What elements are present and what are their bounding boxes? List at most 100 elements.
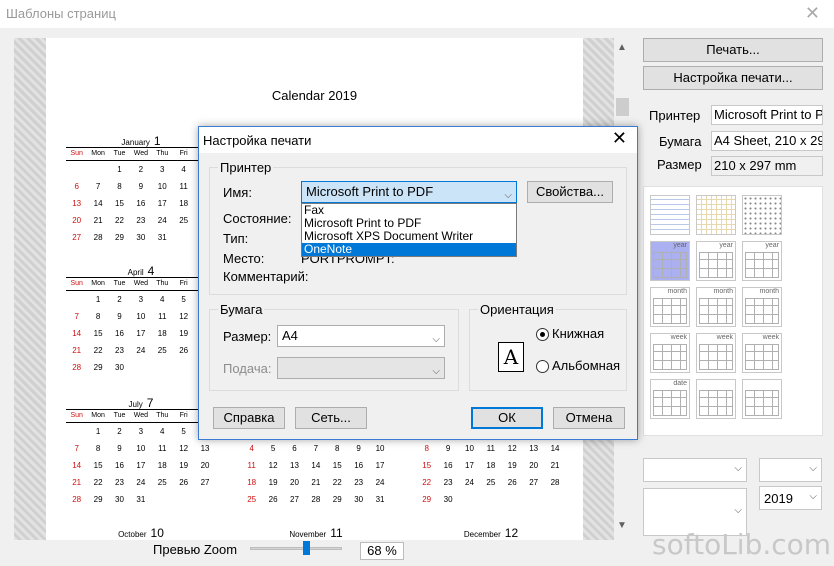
day-cell: 27	[529, 478, 539, 487]
help-button[interactable]: Справка	[213, 407, 285, 429]
day-cell: 7	[313, 444, 319, 453]
day-cell: 30	[115, 495, 124, 504]
template-grid	[699, 298, 733, 324]
portrait-label[interactable]: Книжная	[552, 326, 604, 341]
printer-label: Принтер	[649, 108, 701, 123]
day-cell: 13	[200, 444, 210, 453]
day-cell: 12	[507, 444, 517, 453]
template-tile[interactable]	[742, 195, 782, 235]
day-cell: 3	[138, 427, 144, 436]
template-tile[interactable]	[650, 195, 690, 235]
printer-option[interactable]: OneNote	[302, 243, 516, 256]
day-cell: 23	[354, 478, 364, 487]
printer-name-select[interactable]: Microsoft Print to PDF ⌵	[301, 181, 517, 203]
chevron-down-icon: ⌵	[809, 491, 817, 502]
month-rule	[66, 160, 216, 161]
orientation-group: Ориентация A Книжная Альбомная	[469, 302, 627, 391]
ok-button[interactable]: ОК	[471, 407, 543, 429]
template-tile[interactable]: week	[650, 333, 690, 373]
day-header: Thu	[156, 150, 169, 157]
orientation-group-label: Ориентация	[478, 302, 556, 317]
network-button[interactable]: Сеть...	[295, 407, 367, 429]
template-grid	[699, 344, 733, 370]
day-cell	[152, 362, 173, 374]
day-cell: 21	[93, 216, 103, 225]
day-cell: 25	[486, 478, 496, 487]
day-cell: 25	[179, 216, 189, 225]
template-tile[interactable]: year	[650, 241, 690, 281]
day-cell: 28	[72, 495, 82, 504]
zoom-slider-thumb[interactable]	[303, 541, 310, 555]
month-days: 1234567891011121314151617181920212223242…	[66, 294, 216, 374]
day-cell: 24	[465, 478, 474, 487]
month-rule	[66, 147, 216, 148]
template-grid	[699, 252, 733, 278]
day-cell: 14	[93, 199, 103, 208]
day-cell: 19	[507, 461, 517, 470]
template-tile[interactable]	[742, 379, 782, 419]
properties-button[interactable]: Свойства...	[527, 181, 613, 203]
month-name: January 1	[121, 134, 161, 148]
zoom-slider[interactable]	[250, 547, 342, 550]
portrait-radio[interactable]	[536, 328, 549, 341]
printer-dropdown: Fax Microsoft Print to PDF Microsoft XPS…	[301, 203, 517, 257]
paper-size-select[interactable]: A4 ⌵	[277, 325, 445, 347]
scroll-down-icon[interactable]: ▼	[617, 520, 627, 531]
day-cell	[66, 294, 87, 306]
day-cell: 11	[158, 312, 167, 321]
close-icon[interactable]: ✕	[805, 3, 820, 24]
type-label: Тип:	[223, 231, 249, 246]
day-cell: 10	[157, 182, 167, 191]
template-tile[interactable]: week	[742, 333, 782, 373]
template-grid	[653, 252, 687, 278]
close-icon[interactable]: ✕	[612, 128, 627, 149]
landscape-radio[interactable]	[536, 360, 549, 373]
day-cell: 27	[72, 233, 82, 242]
day-cell: 6	[292, 444, 297, 453]
comment-label: Комментарий:	[223, 269, 309, 284]
day-cell: 3	[160, 165, 165, 174]
day-cell: 17	[136, 329, 146, 338]
print-setup-button[interactable]: Настройка печати...	[643, 66, 823, 90]
day-cell: 8	[117, 182, 122, 191]
day-cell: 25	[157, 478, 167, 487]
day-cell: 20	[290, 478, 299, 487]
template-tile[interactable]: year	[742, 241, 782, 281]
template-tile[interactable]: month	[650, 287, 690, 327]
day-cell: 2	[117, 295, 122, 304]
day-cell: 22	[93, 478, 103, 487]
template-tile[interactable]: month	[742, 287, 782, 327]
template-tile[interactable]	[696, 195, 736, 235]
cancel-button[interactable]: Отмена	[553, 407, 625, 429]
day-header: Mon	[91, 412, 105, 419]
scroll-thumb[interactable]	[616, 98, 629, 116]
day-cell: 9	[117, 312, 122, 321]
day-cell: 15	[422, 461, 432, 470]
template-tile[interactable]: date	[650, 379, 690, 419]
day-cell: 25	[157, 346, 167, 355]
day-cell: 23	[443, 478, 453, 487]
day-cell: 18	[157, 329, 167, 338]
day-cell: 17	[157, 199, 167, 208]
template-tile[interactable]: week	[696, 333, 736, 373]
month-combo[interactable]: ⌵	[759, 458, 822, 482]
day-cell: 30	[354, 495, 364, 504]
day-header: Mon	[91, 150, 105, 157]
print-button[interactable]: Печать...	[643, 38, 823, 62]
landscape-label[interactable]: Альбомная	[552, 358, 620, 373]
day-cell: 14	[550, 444, 560, 453]
day-cell: 30	[136, 233, 146, 242]
template-tile[interactable]: month	[696, 287, 736, 327]
day-cell: 20	[200, 461, 210, 470]
year-select[interactable]: 2019 ⌵	[759, 486, 822, 510]
template-tile[interactable]	[696, 379, 736, 419]
day-cell: 9	[356, 444, 361, 453]
day-cell: 24	[157, 216, 167, 225]
template-combo[interactable]: ⌵	[643, 458, 747, 482]
day-cell: 29	[115, 233, 124, 242]
month-rule	[66, 409, 216, 410]
template-tile[interactable]: year	[696, 241, 736, 281]
day-cell: 8	[424, 444, 429, 453]
scroll-up-icon[interactable]: ▲	[617, 42, 627, 53]
day-headers: SunMonTueWedThuFriSat	[66, 412, 216, 419]
